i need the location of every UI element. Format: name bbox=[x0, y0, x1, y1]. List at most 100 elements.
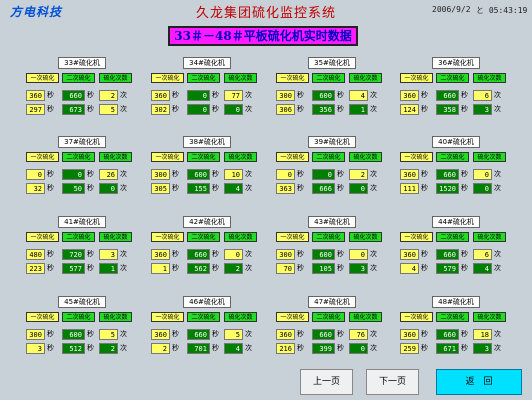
machine-panel: 44#硫化机 一次硫化 二次硫化 硫化次数 360 秒 660 秒 6 次 4 … bbox=[400, 216, 506, 276]
primary-cure-elapsed: 124 bbox=[400, 104, 419, 115]
unit-seconds: 秒 bbox=[421, 105, 428, 113]
unit-times: 次 bbox=[494, 170, 501, 178]
primary-cure-header: 一次硫化 bbox=[151, 312, 184, 322]
primary-cure-header: 一次硫化 bbox=[276, 232, 309, 242]
primary-cure-elapsed: 223 bbox=[26, 263, 45, 274]
cure-count-current: 3 bbox=[473, 104, 492, 115]
unit-seconds: 秒 bbox=[337, 91, 344, 99]
unit-seconds: 秒 bbox=[337, 105, 344, 113]
machine-panel: 36#硫化机 一次硫化 二次硫化 硫化次数 360 秒 660 秒 6 次 12… bbox=[400, 57, 506, 117]
cure-count-header: 硫化次数 bbox=[473, 152, 506, 162]
unit-seconds: 秒 bbox=[87, 105, 94, 113]
cure-count-header: 硫化次数 bbox=[349, 312, 382, 322]
secondary-cure-value: 660 bbox=[62, 90, 85, 101]
unit-times: 次 bbox=[370, 344, 377, 352]
primary-cure-value: 0 bbox=[276, 169, 295, 180]
primary-cure-header: 一次硫化 bbox=[26, 312, 59, 322]
unit-times: 次 bbox=[370, 330, 377, 338]
machine-panel: 37#硫化机 一次硫化 二次硫化 硫化次数 0 秒 0 秒 26 次 32 秒 … bbox=[26, 136, 132, 196]
unit-times: 次 bbox=[370, 170, 377, 178]
primary-cure-elapsed: 111 bbox=[400, 183, 419, 194]
cure-count-header: 硫化次数 bbox=[349, 73, 382, 83]
secondary-cure-header: 二次硫化 bbox=[62, 152, 95, 162]
machine-panel: 45#硫化机 一次硫化 二次硫化 硫化次数 300 秒 600 秒 5 次 3 … bbox=[26, 296, 132, 356]
machine-title: 40#硫化机 bbox=[432, 136, 480, 148]
next-page-button[interactable]: 下一页 bbox=[366, 369, 419, 395]
unit-seconds: 秒 bbox=[212, 264, 219, 272]
secondary-cure-elapsed: 50 bbox=[62, 183, 85, 194]
unit-times: 次 bbox=[370, 184, 377, 192]
unit-times: 次 bbox=[370, 250, 377, 258]
unit-seconds: 秒 bbox=[421, 184, 428, 192]
unit-seconds: 秒 bbox=[212, 91, 219, 99]
primary-cure-elapsed: 302 bbox=[151, 104, 170, 115]
cure-count-current: 2 bbox=[224, 263, 243, 274]
cure-count-value: 77 bbox=[224, 90, 243, 101]
unit-seconds: 秒 bbox=[172, 91, 179, 99]
machine-title: 35#硫化机 bbox=[308, 57, 356, 69]
cure-count-current: 2 bbox=[99, 343, 118, 354]
unit-seconds: 秒 bbox=[172, 105, 179, 113]
unit-seconds: 秒 bbox=[421, 344, 428, 352]
unit-seconds: 秒 bbox=[461, 264, 468, 272]
machine-title: 38#硫化机 bbox=[183, 136, 231, 148]
secondary-cure-value: 720 bbox=[62, 249, 85, 260]
machine-title: 47#硫化机 bbox=[308, 296, 356, 308]
secondary-cure-elapsed: 577 bbox=[62, 263, 85, 274]
secondary-cure-elapsed: 701 bbox=[187, 343, 210, 354]
secondary-cure-elapsed: 673 bbox=[62, 104, 85, 115]
cure-count-current: 0 bbox=[99, 183, 118, 194]
primary-cure-elapsed: 306 bbox=[276, 104, 295, 115]
unit-times: 次 bbox=[120, 330, 127, 338]
secondary-cure-value: 660 bbox=[187, 249, 210, 260]
primary-cure-header: 一次硫化 bbox=[26, 73, 59, 83]
back-button[interactable]: 返 回 bbox=[436, 369, 522, 395]
primary-cure-value: 480 bbox=[26, 249, 45, 260]
secondary-cure-value: 660 bbox=[187, 329, 210, 340]
primary-cure-header: 一次硫化 bbox=[276, 152, 309, 162]
unit-times: 次 bbox=[494, 105, 501, 113]
unit-times: 次 bbox=[245, 264, 252, 272]
secondary-cure-header: 二次硫化 bbox=[62, 232, 95, 242]
primary-cure-header: 一次硫化 bbox=[276, 312, 309, 322]
machine-panel: 48#硫化机 一次硫化 二次硫化 硫化次数 360 秒 660 秒 18 次 2… bbox=[400, 296, 506, 356]
cure-count-header: 硫化次数 bbox=[224, 232, 257, 242]
cure-count-header: 硫化次数 bbox=[349, 152, 382, 162]
unit-seconds: 秒 bbox=[297, 250, 304, 258]
machine-panel: 33#硫化机 一次硫化 二次硫化 硫化次数 360 秒 660 秒 2 次 29… bbox=[26, 57, 132, 117]
unit-seconds: 秒 bbox=[337, 250, 344, 258]
machine-title: 43#硫化机 bbox=[308, 216, 356, 228]
cure-count-current: 3 bbox=[349, 263, 368, 274]
unit-times: 次 bbox=[494, 184, 501, 192]
primary-cure-value: 360 bbox=[151, 329, 170, 340]
primary-cure-elapsed: 2 bbox=[151, 343, 170, 354]
section-banner: 33＃－48＃平板硫化机实时数据 bbox=[168, 26, 358, 46]
unit-seconds: 秒 bbox=[87, 91, 94, 99]
secondary-cure-header: 二次硫化 bbox=[436, 232, 469, 242]
cure-count-value: 3 bbox=[99, 249, 118, 260]
unit-seconds: 秒 bbox=[297, 184, 304, 192]
unit-seconds: 秒 bbox=[337, 184, 344, 192]
secondary-cure-value: 660 bbox=[436, 90, 459, 101]
machine-panel: 40#硫化机 一次硫化 二次硫化 硫化次数 360 秒 660 秒 0 次 11… bbox=[400, 136, 506, 196]
prev-page-button[interactable]: 上一页 bbox=[300, 369, 353, 395]
secondary-cure-header: 二次硫化 bbox=[312, 152, 345, 162]
machine-panel: 35#硫化机 一次硫化 二次硫化 硫化次数 300 秒 600 秒 4 次 30… bbox=[276, 57, 382, 117]
secondary-cure-header: 二次硫化 bbox=[187, 312, 220, 322]
unit-times: 次 bbox=[245, 91, 252, 99]
unit-seconds: 秒 bbox=[421, 250, 428, 258]
unit-seconds: 秒 bbox=[47, 184, 54, 192]
unit-seconds: 秒 bbox=[172, 170, 179, 178]
secondary-cure-header: 二次硫化 bbox=[62, 73, 95, 83]
secondary-cure-value: 600 bbox=[187, 169, 210, 180]
unit-seconds: 秒 bbox=[47, 344, 54, 352]
unit-times: 次 bbox=[370, 91, 377, 99]
unit-times: 次 bbox=[245, 184, 252, 192]
unit-times: 次 bbox=[120, 105, 127, 113]
unit-times: 次 bbox=[120, 250, 127, 258]
unit-seconds: 秒 bbox=[212, 330, 219, 338]
secondary-cure-value: 0 bbox=[312, 169, 335, 180]
secondary-cure-elapsed: 671 bbox=[436, 343, 459, 354]
unit-seconds: 秒 bbox=[297, 264, 304, 272]
unit-seconds: 秒 bbox=[47, 170, 54, 178]
